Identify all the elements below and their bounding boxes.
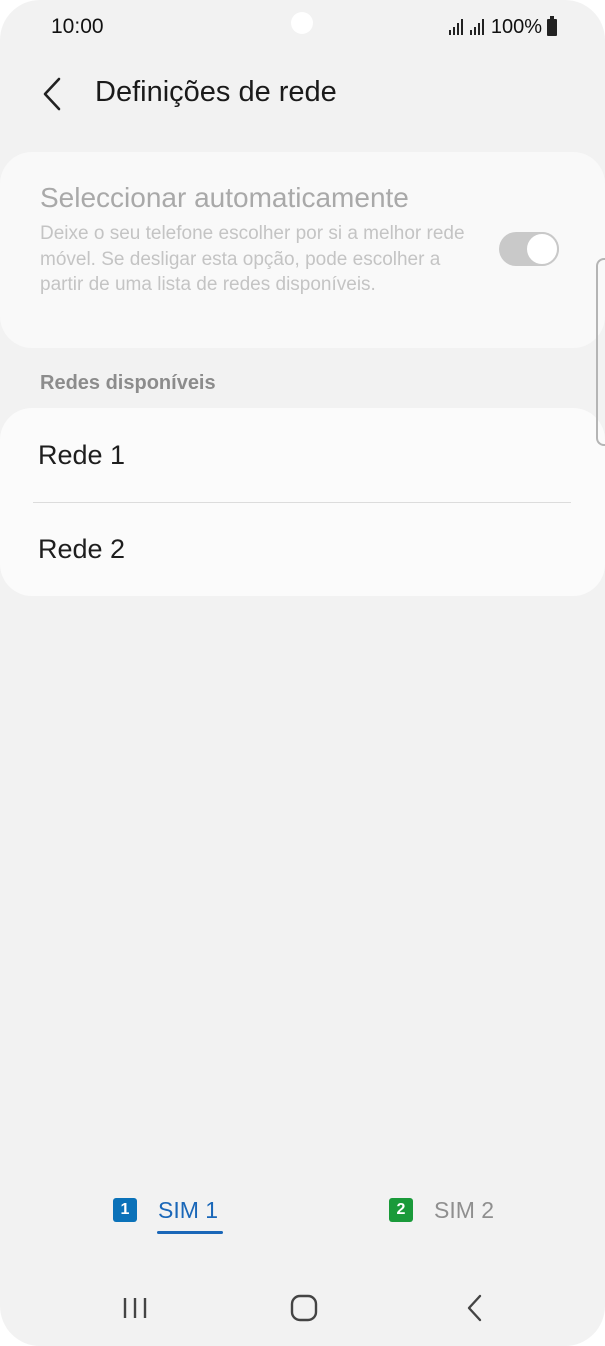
camera-cutout bbox=[291, 12, 313, 34]
back-button[interactable] bbox=[30, 70, 74, 118]
recents-button[interactable] bbox=[113, 1286, 157, 1330]
phone-screen: 10:00 100% Definições de rede Selecciona… bbox=[0, 0, 605, 1346]
status-time: 10:00 bbox=[51, 15, 104, 38]
scroll-indicator[interactable] bbox=[596, 258, 605, 446]
chevron-left-icon bbox=[43, 77, 61, 111]
battery-percent: 100% bbox=[490, 15, 542, 38]
tab-sim-1-label: SIM 1 bbox=[157, 1197, 223, 1234]
battery-icon bbox=[547, 15, 557, 36]
signal-icon bbox=[448, 19, 463, 35]
network-list: Rede 1 Rede 2 bbox=[0, 408, 605, 596]
auto-select-toggle[interactable] bbox=[499, 232, 559, 266]
signal-icon bbox=[469, 19, 484, 35]
back-icon bbox=[467, 1294, 482, 1322]
tab-selected-indicator bbox=[157, 1230, 223, 1234]
auto-select-card[interactable]: Seleccionar automaticamente Deixe o seu … bbox=[0, 152, 605, 348]
sim-2-icon: 2 bbox=[389, 1198, 413, 1222]
tab-sim-2-label: SIM 2 bbox=[434, 1196, 495, 1223]
network-item-rede-1[interactable]: Rede 1 bbox=[0, 408, 605, 502]
navigation-bar bbox=[0, 1276, 605, 1336]
page-title: Definições de rede bbox=[95, 76, 337, 108]
sim-1-icon: 1 bbox=[113, 1198, 137, 1222]
nav-back-button[interactable] bbox=[452, 1286, 496, 1330]
network-item-rede-2[interactable]: Rede 2 bbox=[0, 502, 605, 596]
auto-select-description: Deixe o seu telefone escolher por si a m… bbox=[40, 223, 465, 295]
tab-sim-2[interactable]: 2 SIM 2 bbox=[389, 1188, 494, 1232]
tab-sim-1[interactable]: 1 SIM 1 bbox=[113, 1188, 223, 1234]
app-header: Definições de rede bbox=[0, 62, 605, 126]
home-button[interactable] bbox=[282, 1286, 326, 1330]
status-bar: 10:00 100% bbox=[0, 0, 605, 56]
section-label-available-networks: Redes disponíveis bbox=[40, 372, 216, 394]
recents-icon bbox=[123, 1298, 147, 1318]
toggle-knob bbox=[525, 232, 559, 266]
network-label: Rede 1 bbox=[38, 440, 126, 470]
status-icons: 100% bbox=[448, 14, 557, 40]
home-icon bbox=[290, 1294, 318, 1322]
auto-select-title: Seleccionar automaticamente bbox=[40, 182, 409, 213]
network-label: Rede 2 bbox=[38, 534, 126, 564]
